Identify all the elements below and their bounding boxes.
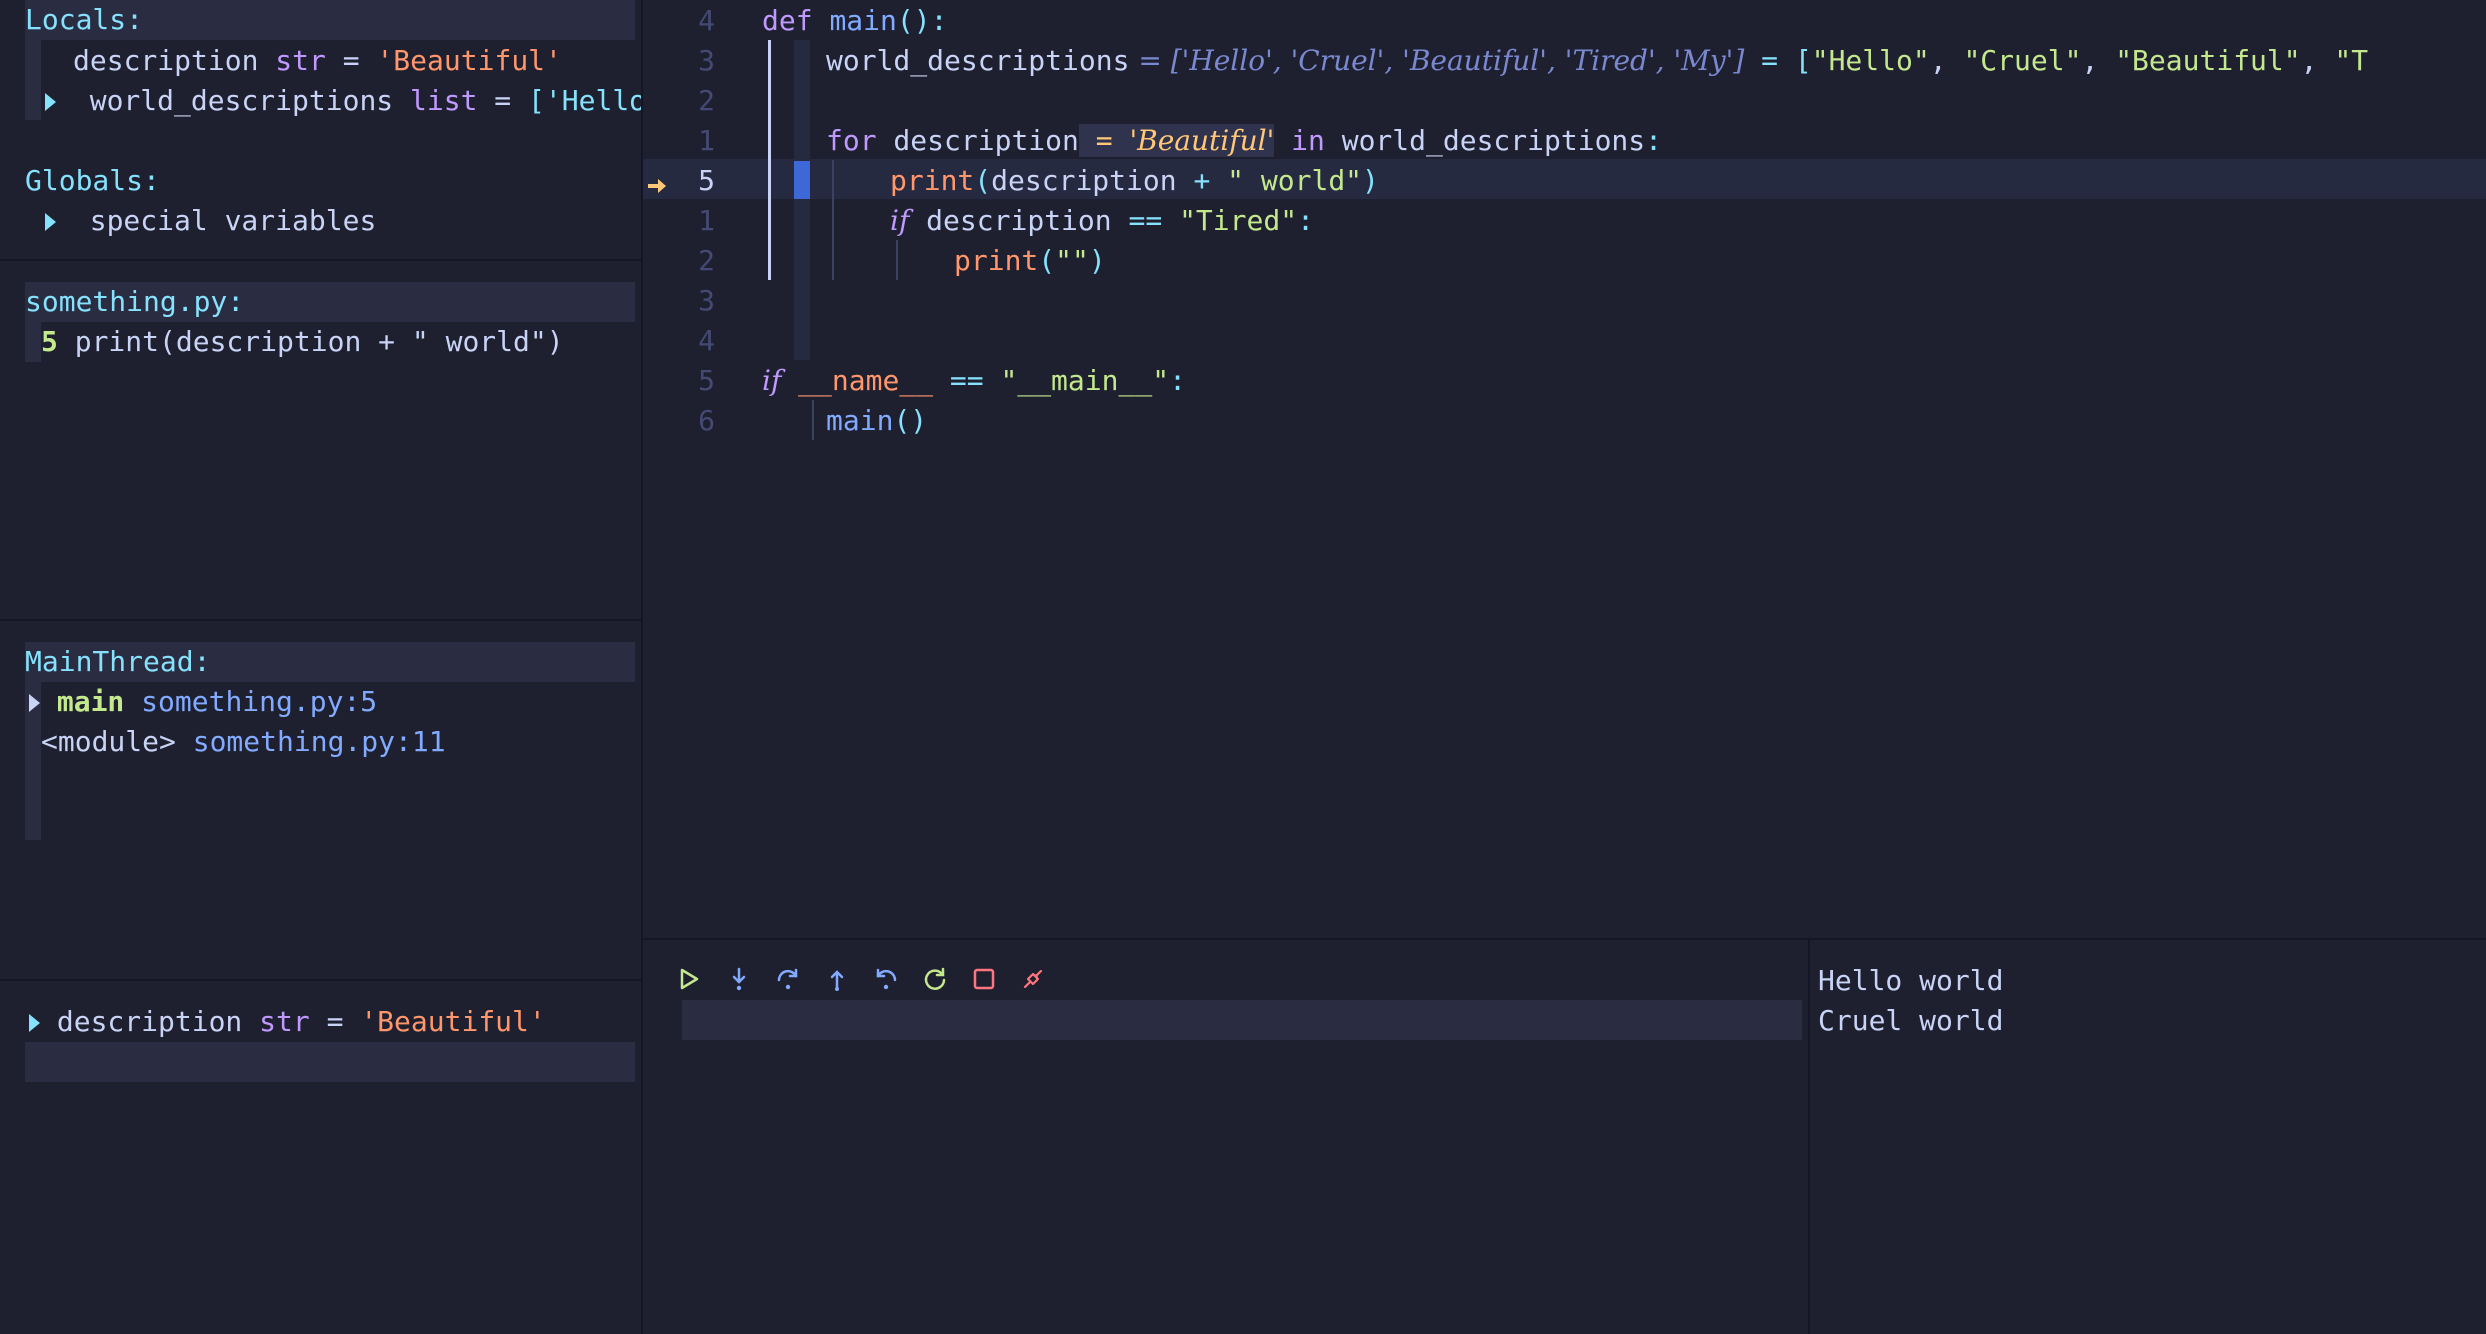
- panel-divider: [0, 259, 641, 261]
- line-number: 4: [698, 324, 715, 357]
- thread-header: MainThread:: [25, 642, 635, 682]
- indent-guide: [832, 160, 834, 280]
- step-back-icon[interactable]: [871, 964, 901, 994]
- dap-ui-sidebar: Locals: description str = 'Beautiful' wo…: [0, 0, 680, 1334]
- panel-divider: [0, 619, 641, 621]
- code-line: world_descriptions = ['Hello', 'Cruel', …: [826, 44, 2369, 77]
- stack-frame[interactable]: <module> something.py:11: [41, 722, 446, 762]
- line-number: 3: [698, 284, 715, 317]
- expand-icon[interactable]: [29, 1014, 40, 1032]
- code-line: print(""): [954, 244, 1106, 277]
- console-panel: Hello world Cruel world: [1810, 940, 2486, 1334]
- expand-icon[interactable]: [45, 213, 56, 231]
- variable-row[interactable]: description str = 'Beautiful': [73, 41, 562, 81]
- panel-divider: [0, 979, 641, 981]
- code-line: def main():: [762, 4, 948, 37]
- watch-input[interactable]: [25, 1042, 635, 1082]
- line-number: 4: [698, 4, 715, 37]
- watch-row[interactable]: description str = 'Beautiful': [29, 1002, 546, 1042]
- step-over-icon[interactable]: [773, 964, 803, 994]
- step-into-icon[interactable]: [724, 964, 754, 994]
- code-line: if description == "Tired":: [890, 204, 1314, 237]
- stack-frame-current[interactable]: main something.py:5: [29, 682, 377, 722]
- repl-input[interactable]: [682, 1000, 1802, 1040]
- line-number: 2: [698, 84, 715, 117]
- code-line: main(): [826, 404, 928, 437]
- breakpoints-file-header: something.py:: [25, 282, 635, 322]
- globals-header: Globals:: [25, 164, 160, 197]
- line-number: 2: [698, 244, 715, 277]
- indent-guide: [768, 40, 771, 280]
- locals-header: Locals:: [25, 0, 635, 40]
- console-output-line: Hello world: [1818, 964, 2004, 997]
- globals-row-expandable[interactable]: special variables: [45, 201, 376, 241]
- sign-column: [794, 40, 810, 360]
- line-number: 3: [698, 44, 715, 77]
- line-number: 6: [698, 404, 715, 437]
- line-number: 1: [698, 204, 715, 237]
- inline-value: = 'Beautiful': [1078, 124, 1275, 157]
- play-icon[interactable]: [674, 964, 704, 994]
- variable-row-expandable[interactable]: world_descriptions list = ['Hello',: [45, 81, 680, 121]
- indent-guide: [896, 240, 898, 280]
- virtual-text: = ['Hello', 'Cruel', 'Beautiful', 'Tired…: [1129, 44, 1745, 77]
- expand-icon[interactable]: [45, 93, 56, 111]
- code-line: if __name__ == "__main__":: [762, 364, 1186, 397]
- console-output-line: Cruel world: [1818, 1004, 2004, 1037]
- indent-guide: [812, 400, 814, 440]
- stop-icon[interactable]: [969, 964, 999, 994]
- current-frame-icon: [29, 694, 40, 712]
- line-number: 1: [698, 124, 715, 157]
- disconnect-icon[interactable]: [1018, 964, 1048, 994]
- breakpoint-row[interactable]: 5 print(description + " world"): [41, 322, 564, 362]
- line-number: 5: [698, 364, 715, 397]
- code-line: for description = 'Beautiful' in world_d…: [826, 124, 1663, 157]
- scope-gutter: [25, 40, 41, 120]
- restart-icon[interactable]: [920, 964, 950, 994]
- step-out-icon[interactable]: [822, 964, 852, 994]
- current-line-number: 5: [698, 164, 715, 197]
- breakpoint-gutter: [25, 322, 41, 362]
- breakpoint-marker[interactable]: [794, 161, 810, 199]
- code-line-current: print(description + " world"): [890, 164, 1379, 197]
